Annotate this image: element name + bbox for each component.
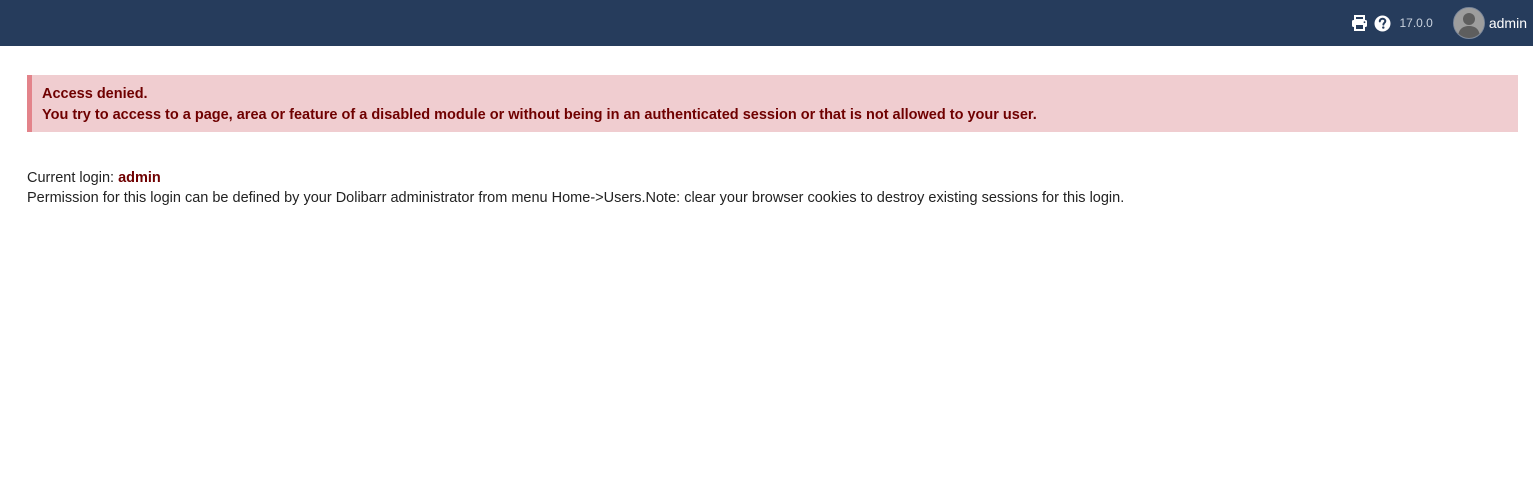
login-info: Current login: admin Permission for this… — [27, 168, 1124, 208]
user-menu[interactable]: admin — [1452, 7, 1527, 39]
current-login-line: Current login: admin — [27, 168, 1124, 188]
current-login-value: admin — [118, 170, 161, 186]
username-label[interactable]: admin — [1489, 15, 1527, 31]
current-login-label: Current login: — [27, 170, 115, 186]
top-menu-bar: 17.0.0 admin — [0, 0, 1533, 46]
alert-message: You try to access to a page, area or fea… — [42, 107, 1037, 123]
version-label: 17.0.0 — [1399, 16, 1433, 30]
print-icon[interactable] — [1350, 14, 1368, 32]
alert-title: Access denied. — [42, 86, 148, 102]
help-icon[interactable] — [1373, 14, 1391, 32]
access-denied-alert: Access denied. You try to access to a pa… — [27, 75, 1518, 132]
avatar[interactable] — [1452, 7, 1485, 39]
permission-note: Permission for this login can be defined… — [27, 190, 1125, 206]
